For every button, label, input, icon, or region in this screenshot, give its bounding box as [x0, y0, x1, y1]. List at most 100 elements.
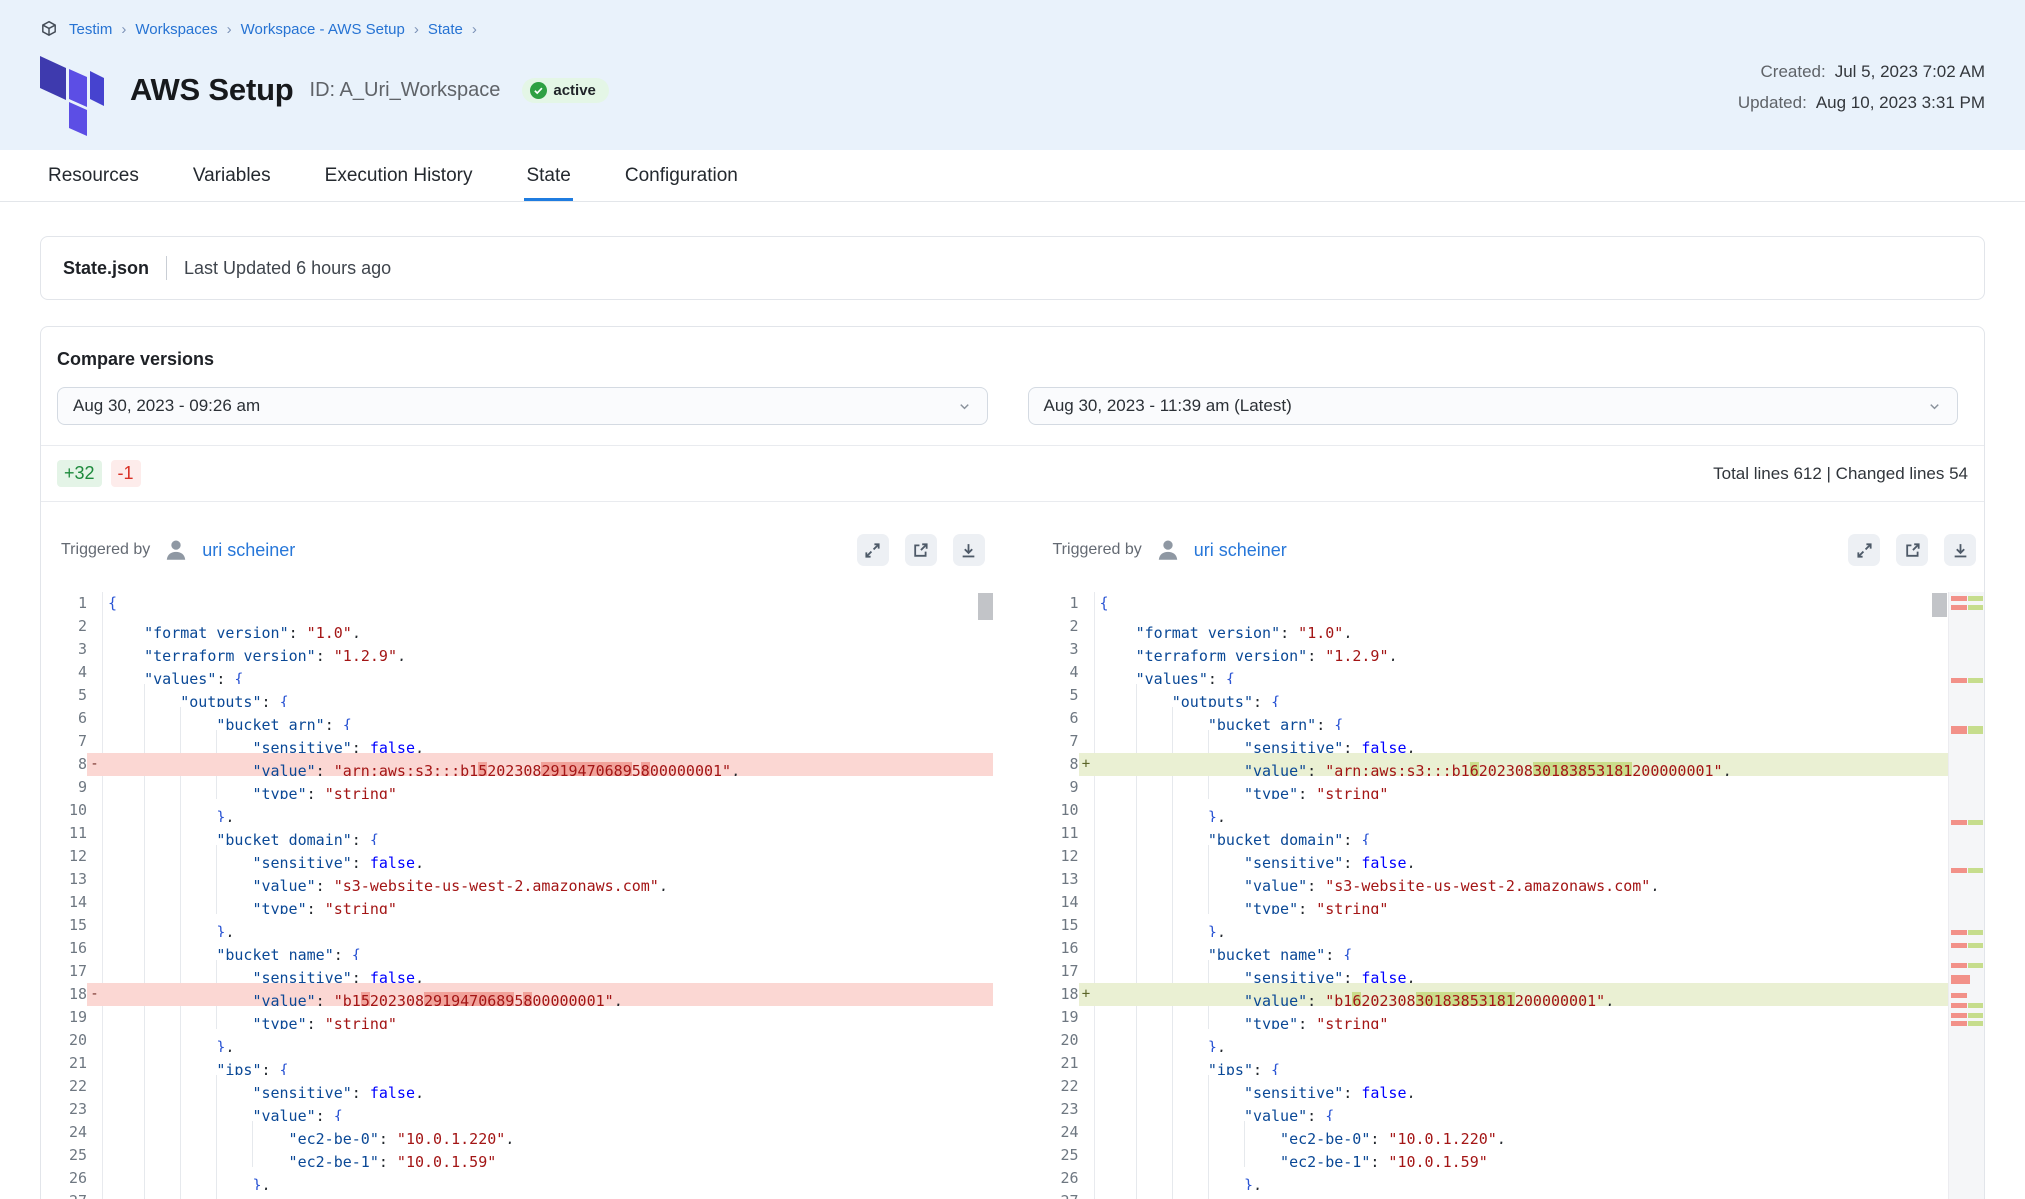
token: "value" — [1244, 992, 1307, 1006]
indent-guide — [180, 845, 216, 868]
token: "value" — [1244, 762, 1307, 776]
token: { — [108, 594, 117, 612]
open-in-new-button[interactable] — [905, 534, 937, 566]
line-number: 1 — [1033, 592, 1079, 615]
scrollbar-thumb[interactable] — [1932, 593, 1947, 617]
code-text: "sensitive": false, — [1094, 845, 1985, 868]
token: "type" — [1244, 785, 1298, 799]
indent-guide — [1100, 937, 1136, 960]
expand-icon — [1856, 542, 1873, 559]
indent-guide — [108, 638, 144, 661]
indent-guide — [1100, 638, 1136, 661]
line-number: 14 — [41, 891, 87, 914]
breadcrumb-item-testim[interactable]: Testim — [69, 21, 112, 38]
line-number: 27 — [1033, 1190, 1079, 1199]
tab-state[interactable]: State — [524, 150, 572, 201]
line-number: 17 — [41, 960, 87, 983]
marker-spacer — [1079, 592, 1094, 615]
token: "ec2-be-0" — [1280, 1130, 1370, 1144]
expand-button[interactable] — [1848, 534, 1880, 566]
token: : — [1298, 900, 1316, 914]
marker-spacer — [1079, 914, 1094, 937]
tab-variables[interactable]: Variables — [191, 150, 273, 201]
tab-execution-history[interactable]: Execution History — [323, 150, 475, 201]
indent-guide — [1208, 1098, 1244, 1121]
diff-line: 16"bucket_name": { — [41, 937, 993, 960]
marker-spacer — [87, 868, 102, 891]
indent-guide — [108, 845, 144, 868]
code-text: "type": [ — [102, 1190, 993, 1199]
ruler-mark-removed — [1951, 943, 1967, 948]
indent-guide — [1136, 799, 1172, 822]
page-title: AWS Setup — [130, 72, 294, 108]
code-text: "value": { — [1094, 1098, 1985, 1121]
token: { — [1271, 693, 1280, 707]
token: : — [1325, 946, 1343, 960]
indent-guide — [216, 891, 252, 914]
version-select-left[interactable]: Aug 30, 2023 - 09:26 am — [57, 387, 988, 425]
indent-guide — [1100, 730, 1136, 753]
token: } — [216, 1038, 225, 1052]
expand-button[interactable] — [857, 534, 889, 566]
marker-spacer — [87, 799, 102, 822]
indent-guide — [144, 1167, 180, 1190]
diff-overview-ruler[interactable] — [1948, 592, 1984, 1199]
indent-guide — [180, 1006, 216, 1029]
indent-guide — [1100, 1098, 1136, 1121]
indent-guide — [108, 615, 144, 638]
indent-guide — [1172, 776, 1208, 799]
code-text: "value": "arn:aws:s3:::b1620230830183853… — [1094, 753, 1985, 776]
token: , — [1217, 808, 1226, 822]
marker-spacer — [87, 914, 102, 937]
token: : — [316, 762, 334, 776]
indent-guide — [108, 1190, 144, 1199]
code-editor-left[interactable]: 1{2"format_version": "1.0",3"terraform_v… — [41, 592, 993, 1199]
line-number: 1 — [41, 592, 87, 615]
version-select-right[interactable]: Aug 30, 2023 - 11:39 am (Latest) — [1028, 387, 1959, 425]
token: false — [1361, 854, 1406, 868]
token: : — [316, 1107, 334, 1121]
cube-icon — [40, 20, 58, 38]
token: , — [1723, 762, 1732, 776]
line-number: 15 — [41, 914, 87, 937]
token: false — [1361, 739, 1406, 753]
diff-line: 1{ — [1033, 592, 1985, 615]
triggered-by-user-link[interactable]: uri scheiner — [202, 540, 295, 561]
scrollbar-thumb[interactable] — [978, 593, 993, 620]
diff-line: 13"value": "s3-website-us-west-2.amazona… — [41, 868, 993, 891]
download-button[interactable] — [953, 534, 985, 566]
breadcrumb-item-workspace-aws-setup[interactable]: Workspace - AWS Setup — [241, 21, 405, 38]
line-number: 22 — [41, 1075, 87, 1098]
triggered-by-user-link[interactable]: uri scheiner — [1194, 540, 1287, 561]
indent-guide — [1136, 891, 1172, 914]
code-editor-right[interactable]: 1{2"format_version": "1.0",3"terraform_v… — [1033, 592, 1985, 1199]
tab-configuration[interactable]: Configuration — [623, 150, 740, 201]
indent-guide — [108, 891, 144, 914]
line-number: 16 — [41, 937, 87, 960]
diff-stats-row: +32 -1 Total lines 612 | Changed lines 5… — [41, 446, 1984, 501]
indent-guide — [1208, 1075, 1244, 1098]
indent-guide — [1136, 684, 1172, 707]
indent-guide — [144, 1190, 180, 1199]
indent-guide — [1100, 684, 1136, 707]
breadcrumb-item-workspaces[interactable]: Workspaces — [135, 21, 217, 38]
indent-guide — [144, 937, 180, 960]
open-in-new-button[interactable] — [1896, 534, 1928, 566]
open-in-new-icon — [1904, 542, 1921, 559]
ruler-mark-added — [1968, 726, 1983, 734]
marker-spacer — [1079, 615, 1094, 638]
indent-guide — [1100, 1029, 1136, 1052]
breadcrumb-item-state[interactable]: State — [428, 21, 463, 38]
indent-guide — [1100, 822, 1136, 845]
download-button[interactable] — [1944, 534, 1976, 566]
indent-guide — [180, 776, 216, 799]
diff-line: 5"outputs": { — [41, 684, 993, 707]
token: : — [1343, 854, 1361, 868]
token: "value" — [252, 1107, 315, 1121]
indent-guide — [108, 1121, 144, 1144]
diff-line: 12"sensitive": false, — [41, 845, 993, 868]
token: , — [1407, 739, 1416, 753]
token: { — [1271, 1061, 1280, 1075]
tab-resources[interactable]: Resources — [46, 150, 141, 201]
token: } — [1208, 923, 1217, 937]
